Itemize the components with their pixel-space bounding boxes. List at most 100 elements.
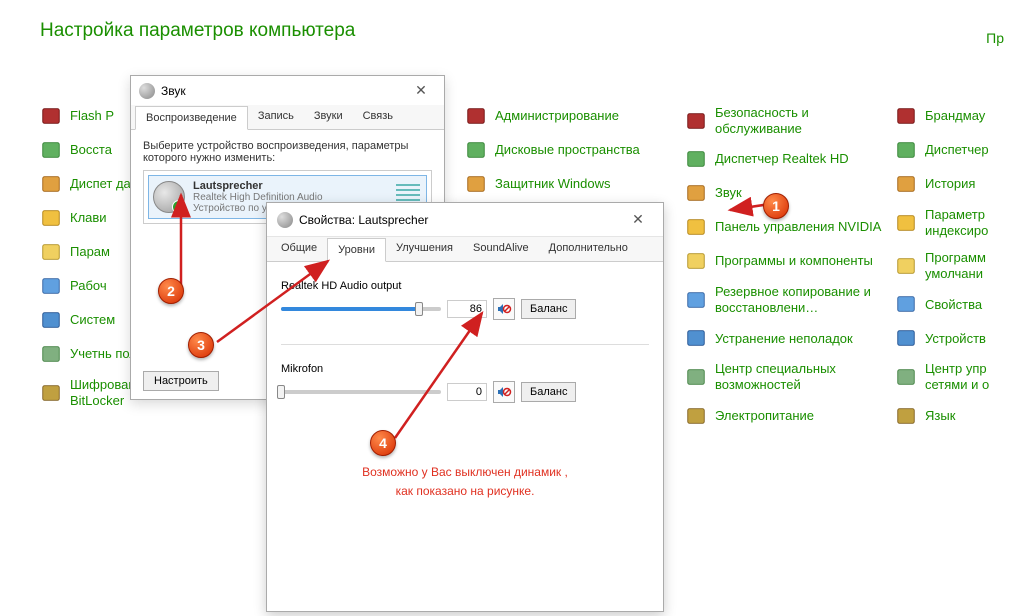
props-tab-1[interactable]: Уровни [327, 238, 386, 262]
annotation-note: Возможно у Вас выключен динамик , как по… [267, 463, 663, 501]
cp-item-дисковые-пространств[interactable]: Дисковые пространства [465, 139, 685, 161]
cp-item-label: Диспетчер [925, 142, 989, 158]
cp-item-резервное-копировани[interactable]: Резервное копирование и восстановлени… [685, 284, 895, 315]
output-slider[interactable] [281, 307, 441, 311]
annotation-badge-2: 2 [158, 278, 184, 304]
cp-item-язык[interactable]: Язык [895, 405, 1015, 427]
cp-item-label: Панель управления NVIDIA [715, 219, 881, 235]
cp-item-label: Восста [70, 142, 112, 158]
cp-item-icon [895, 173, 917, 195]
cp-item-устранение-неполадок[interactable]: Устранение неполадок [685, 327, 895, 349]
close-icon[interactable]: ✕ [623, 211, 653, 228]
props-tab-3[interactable]: SoundAlive [463, 237, 539, 261]
mic-value[interactable]: 0 [447, 383, 487, 401]
cp-item-icon [685, 182, 707, 204]
cp-item-icon [895, 327, 917, 349]
speaker-icon [277, 212, 293, 228]
mic-label: Mikrofon [281, 363, 649, 375]
cp-item-label: Flash P [70, 108, 114, 124]
cp-item-icon [40, 309, 62, 331]
cp-item-свойства[interactable]: Свойства [895, 293, 1015, 315]
cp-item-label: Звук [715, 185, 742, 201]
sound-dialog-titlebar[interactable]: Звук ✕ [131, 76, 444, 105]
cp-item-программы-и-компонен[interactable]: Программы и компоненты [685, 250, 895, 272]
properties-tabs: ОбщиеУровниУлучшенияSoundAliveДополнител… [267, 237, 663, 262]
cp-item-администрирование[interactable]: Администрирование [465, 105, 685, 127]
cp-item-брандмау[interactable]: Брандмау [895, 105, 1015, 127]
cp-item-label: Клави [70, 210, 107, 226]
page-title: Настройка параметров компьютера [0, 0, 1024, 52]
cp-item-icon [895, 212, 917, 234]
cp-item-icon [685, 216, 707, 238]
cp-item-параметр-индексиро[interactable]: Параметр индексиро [895, 207, 1015, 238]
cp-item-панель-управления-nv[interactable]: Панель управления NVIDIA [685, 216, 895, 238]
cp-item-icon [685, 110, 707, 132]
cp-item-label: Центр специальных возможностей [715, 361, 895, 392]
cp-item-безопасность-и-обслу[interactable]: Безопасность и обслуживание [685, 105, 895, 136]
cp-item-icon [465, 105, 487, 127]
sound-tab-2[interactable]: Звуки [304, 105, 353, 129]
cp-item-label: Дисковые пространства [495, 142, 640, 158]
cp-item-история[interactable]: История [895, 173, 1015, 195]
cp-item-диспетчер[interactable]: Диспетчер [895, 139, 1015, 161]
cp-item-диспетчер-realtek-hd[interactable]: Диспетчер Realtek HD [685, 148, 895, 170]
device-name: Lautsprecher [193, 180, 323, 192]
cp-item-icon [895, 293, 917, 315]
cp-item-label: Брандмау [925, 108, 985, 124]
cp-item-icon [895, 105, 917, 127]
props-tab-4[interactable]: Дополнительно [539, 237, 638, 261]
cp-item-label: Язык [925, 408, 955, 424]
sound-tab-3[interactable]: Связь [353, 105, 403, 129]
cp-item-icon [40, 343, 62, 365]
cp-item-центр-специальных-во[interactable]: Центр специальных возможностей [685, 361, 895, 392]
cp-item-label: Свойства [925, 297, 982, 313]
cp-item-защитник-windows[interactable]: Защитник Windows [465, 173, 685, 195]
annotation-badge-1: 1 [763, 193, 789, 219]
sound-tab-0[interactable]: Воспроизведение [135, 106, 248, 130]
sound-dialog-title: Звук [161, 84, 186, 98]
check-icon: ✓ [172, 200, 186, 214]
cp-item-label: Защитник Windows [495, 176, 610, 192]
cp-item-электропитание[interactable]: Электропитание [685, 405, 895, 427]
mic-slider[interactable] [281, 390, 441, 394]
cp-item-label: Устройств [925, 331, 986, 347]
cp-item-icon [40, 382, 62, 404]
output-balance-button[interactable]: Баланс [521, 299, 576, 319]
cp-item-устройств[interactable]: Устройств [895, 327, 1015, 349]
props-tab-2[interactable]: Улучшения [386, 237, 463, 261]
close-icon[interactable]: ✕ [406, 82, 436, 99]
output-value[interactable]: 86 [447, 300, 487, 318]
configure-button[interactable]: Настроить [143, 371, 219, 391]
properties-titlebar[interactable]: Свойства: Lautsprecher ✕ [267, 203, 663, 237]
cp-item-label: Диспетчер Realtek HD [715, 151, 849, 167]
cp-item-звук[interactable]: Звук [685, 182, 895, 204]
cp-item-icon [40, 105, 62, 127]
cp-item-программ-умолчани[interactable]: Программ умолчани [895, 250, 1015, 281]
sound-tabs: ВоспроизведениеЗаписьЗвукиСвязь [131, 105, 444, 130]
props-tab-0[interactable]: Общие [271, 237, 327, 261]
cp-item-icon [895, 139, 917, 161]
mic-mute-button[interactable] [493, 381, 515, 403]
cp-item-icon [895, 366, 917, 388]
properties-dialog: Свойства: Lautsprecher ✕ ОбщиеУровниУлуч… [266, 202, 664, 612]
cp-item-label: Устранение неполадок [715, 331, 853, 347]
cp-item-label: Безопасность и обслуживание [715, 105, 895, 136]
cp-item-центр-упр-сетями-и-о[interactable]: Центр упр сетями и о [895, 361, 1015, 392]
header-right-text[interactable]: Пр [986, 30, 1004, 46]
cp-item-icon [685, 405, 707, 427]
cp-item-icon [685, 250, 707, 272]
cp-item-label: Параметр индексиро [925, 207, 1015, 238]
cp-item-label: История [925, 176, 975, 192]
cp-item-icon [895, 405, 917, 427]
mic-balance-button[interactable]: Баланс [521, 382, 576, 402]
output-mute-button[interactable] [493, 298, 515, 320]
cp-item-label: Программы и компоненты [715, 253, 873, 269]
cp-item-label: Администрирование [495, 108, 619, 124]
cp-item-icon [895, 255, 917, 277]
cp-item-icon [685, 327, 707, 349]
cp-item-icon [40, 275, 62, 297]
sound-tab-1[interactable]: Запись [248, 105, 304, 129]
cp-item-icon [465, 139, 487, 161]
output-label: Realtek HD Audio output [281, 280, 649, 292]
cp-item-label: Резервное копирование и восстановлени… [715, 284, 895, 315]
